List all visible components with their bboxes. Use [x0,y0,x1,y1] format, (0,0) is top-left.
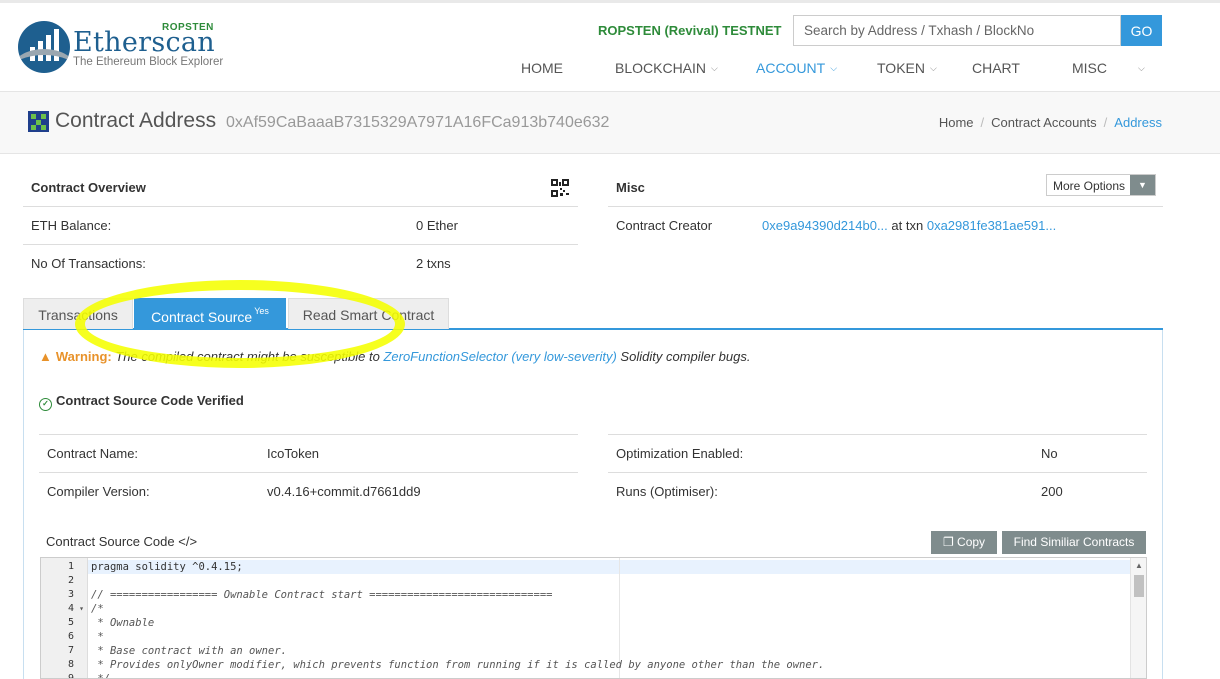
nav-chart-label: CHART [972,60,1020,76]
contract-icon [28,111,49,132]
nav-token[interactable]: TOKEN ⌵ [877,60,937,94]
code-editor[interactable]: 1 2 3 4 ▾ 5 6 7 8 9 pragma solidity ^0.4.… [40,557,1147,679]
nav-account[interactable]: ACCOUNT ⌵ [733,60,853,94]
code-line: /* [91,603,104,615]
yellow-highlight-annotation [75,280,405,368]
scrollbar-thumb[interactable] [1134,575,1144,597]
detail-row-optimization: Optimization Enabled: No [608,434,1147,472]
txns-label: No Of Transactions: [31,256,146,271]
at-txn-label: at txn [891,218,924,233]
editor-scrollbar[interactable]: ▲ [1130,558,1146,678]
overview-row-txns: No Of Transactions: 2 txns [23,244,578,282]
logo-tagline: The Ethereum Block Explorer [73,56,224,68]
scroll-up-icon[interactable]: ▲ [1135,561,1143,570]
nav-chart[interactable]: CHART [972,60,1020,94]
nav-home-label: HOME [521,60,563,76]
txns-value[interactable]: 2 txns [416,256,451,271]
line-number: 2 [67,575,74,586]
qr-code-icon[interactable] [551,179,569,197]
misc-title: Misc [616,180,645,195]
chevron-down-icon: ⌵ [929,63,937,73]
misc-row-creator: Contract Creator 0xe9a94390d214b0... at … [608,206,1163,244]
source-code-label: Contract Source Code </> [46,534,198,549]
nav-blockchain-label: BLOCKCHAIN [615,60,707,76]
code-line: * Base contract with an owner. [91,645,287,657]
search-input[interactable] [793,15,1121,46]
search-go-button[interactable]: GO [1121,15,1162,46]
nav-account-label: ACCOUNT [756,60,826,76]
breadcrumb-contract-accounts[interactable]: Contract Accounts [991,115,1097,130]
breadcrumb-home[interactable]: Home [939,115,974,130]
warning-label: Warning: [55,349,112,364]
line-number: 8 [67,659,74,670]
verified-heading: ✓ Contract Source Code Verified [39,393,244,411]
creator-label: Contract Creator [616,218,713,233]
logo-network: ROPSTEN [162,22,214,33]
detail-row-name: Contract Name: IcoToken [39,434,578,472]
creator-address-link[interactable]: 0xe9a94390d214b0... [762,218,888,233]
page-title: Contract Address [55,109,217,132]
find-similar-contracts-button[interactable]: Find Similiar Contracts [1002,531,1146,554]
line-number: 3 [67,589,74,600]
optimization-label: Optimization Enabled: [616,446,744,461]
nav-home[interactable]: HOME [521,60,563,94]
nav-blockchain[interactable]: BLOCKCHAIN ⌵ [615,60,718,94]
nav-token-label: TOKEN [877,60,925,76]
chevron-down-icon: ⌵ [711,63,718,73]
more-options-label: More Options [1053,179,1126,193]
site-header: Etherscan ROPSTEN The Ethereum Block Exp… [0,3,1220,94]
etherscan-logo-icon[interactable] [18,21,70,73]
runs-label: Runs (Optimiser): [616,484,718,499]
chevron-down-icon: ⌵ [1138,63,1145,73]
copy-button[interactable]: ❐ Copy [931,531,997,554]
check-circle-icon: ✓ [39,398,52,411]
contract-name-value: IcoToken [267,446,320,461]
overview-row-balance: ETH Balance: 0 Ether [23,206,578,244]
verified-label: Contract Source Code Verified [56,393,244,408]
line-number: 5 [67,617,74,628]
code-line: // ================= Ownable Contract st… [91,589,553,601]
creator-txn-link[interactable]: 0xa2981fe381ae591... [927,218,1056,233]
compiler-label: Compiler Version: [47,484,150,499]
balance-label: ETH Balance: [31,218,112,233]
code-line: * Provides onlyOwner modifier, which pre… [91,659,825,671]
detail-row-runs: Runs (Optimiser): 200 [608,472,1147,510]
code-line: * [91,631,104,643]
fold-toggle-icon[interactable]: ▾ [79,602,84,616]
compiler-value: v0.4.16+commit.d7661dd9 [267,484,421,499]
copy-icon: ❐ [942,535,954,549]
line-number: 9 [67,673,74,679]
line-number: 6 [67,631,74,642]
code-line: * Ownable [91,617,155,629]
optimization-value: No [1041,446,1058,461]
line-number: 4 ▾ [67,602,84,616]
contract-address: 0xAf59CaBaaaB7315329A7971A16FCa913b740e6… [226,114,610,131]
more-options-button[interactable]: More Options ▼ [1046,174,1156,196]
runs-value: 200 [1041,484,1063,499]
warning-bug-link[interactable]: ZeroFunctionSelector (very low-severity) [383,349,616,364]
code-line: */ [91,673,110,679]
balance-value: 0 Ether [416,218,458,233]
copy-label: Copy [957,535,986,549]
warning-icon: ▲ [39,349,52,364]
breadcrumb-address: Address [1114,115,1162,130]
chevron-down-icon: ▼ [1130,175,1155,195]
chevron-down-icon: ⌵ [830,63,838,73]
detail-row-compiler: Compiler Version: v0.4.16+commit.d7661dd… [39,472,578,510]
warning-tail: Solidity compiler bugs. [620,349,751,364]
nav-misc[interactable]: MISC ⌵ [1072,60,1145,94]
line-number: 1 [67,561,74,572]
line-number: 7 [67,645,74,656]
page-header-band: Contract Address 0xAf59CaBaaaB7315329A79… [0,91,1220,154]
breadcrumb: Home / Contract Accounts / Address [938,115,1162,130]
nav-misc-label: MISC [1072,60,1107,76]
contract-name-label: Contract Name: [47,446,139,461]
code-line: pragma solidity ^0.4.15; [91,561,243,573]
testnet-label: ROPSTEN (Revival) TESTNET [598,23,782,38]
overview-title: Contract Overview [31,180,146,195]
